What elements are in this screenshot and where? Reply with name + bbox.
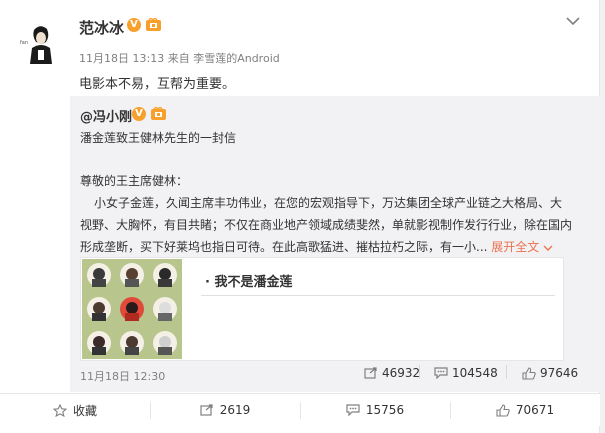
- link-card[interactable]: · 我不是潘金莲: [80, 257, 564, 361]
- repost-forward-count: 46932: [382, 366, 421, 380]
- expand-chevron-icon: [543, 245, 553, 251]
- source-prefix: 来自: [167, 52, 190, 65]
- like-button[interactable]: 70671: [450, 394, 600, 426]
- expand-label: 展开全文: [491, 240, 540, 254]
- repost-author[interactable]: @冯小刚: [80, 106, 132, 125]
- repost-time[interactable]: 11月18日 12:30: [80, 368, 165, 384]
- repost-like-button[interactable]: 97646: [522, 366, 578, 380]
- forward-icon: [200, 404, 213, 416]
- post-source[interactable]: 李雪莲的Android: [193, 52, 280, 65]
- favorite-star-icon: [52, 403, 67, 417]
- repost-comment-count: 104548: [452, 366, 498, 380]
- chevron-down-icon[interactable]: [566, 16, 580, 26]
- username[interactable]: 范冰冰: [79, 17, 124, 38]
- member-badge-icon[interactable]: [145, 18, 162, 32]
- divider: [419, 365, 420, 379]
- post-text: 电影本不易，互帮为重要。: [79, 77, 236, 92]
- repost-forward-button[interactable]: 46932: [364, 366, 420, 380]
- like-icon: [496, 403, 510, 417]
- movie-poster-thumbnail: [82, 259, 182, 359]
- expand-full-text-link[interactable]: 展开全文: [491, 240, 553, 254]
- svg-text:fan: fan: [20, 40, 28, 46]
- favorite-label: 收藏: [72, 403, 97, 418]
- repost-like-count: 97646: [540, 366, 579, 380]
- repost-salutation: 尊敬的王主席健林：: [80, 174, 189, 188]
- repost-block: @冯小刚 V 潘金莲致王健林先生的一封信 尊敬的王主席健林： 小女子金莲，久闻主…: [70, 96, 600, 392]
- favorite-button[interactable]: 收藏: [0, 394, 150, 426]
- repost-body-line: 小女子金莲，久闻主席丰功伟业，在您的宏观指导下，万达集团全球产业链之大格局、大: [94, 196, 563, 210]
- forward-count: 2619: [219, 403, 251, 417]
- repost-body-text: 形成垄断，买下好莱坞也指日可待。在此高歌猛进、摧枯拉朽之际，有一小...: [80, 240, 488, 254]
- comment-button[interactable]: 15756: [300, 394, 450, 426]
- avatar[interactable]: fan: [12, 14, 68, 70]
- verified-v-icon: V: [132, 107, 146, 121]
- member-badge-icon[interactable]: [150, 107, 167, 121]
- weibo-post-card: fan 范冰冰 V 11月18日 13:13 来自 李雪莲的Android 电影…: [0, 0, 600, 433]
- comment-icon: [434, 367, 448, 379]
- divider: [506, 365, 507, 379]
- link-card-title[interactable]: · 我不是潘金莲: [205, 271, 292, 290]
- comment-icon: [346, 404, 360, 416]
- post-meta: 11月18日 13:13 来自 李雪莲的Android: [79, 50, 280, 66]
- forward-icon: [364, 367, 377, 379]
- repost-body-line: 形成垄断，买下好莱坞也指日可待。在此高歌猛进、摧枯拉朽之际，有一小... 展开全…: [80, 238, 553, 255]
- repost-comment-button[interactable]: 104548: [434, 366, 498, 380]
- divider: [201, 295, 555, 296]
- action-bar: 收藏 2619 15756 70671: [0, 393, 600, 426]
- verified-v-icon: V: [127, 18, 141, 32]
- like-icon: [522, 366, 536, 380]
- repost-body-line: 视野、大胸怀，有目共睹；不仅在商业地产领域成绩斐然，单就影视制作发行行业，除在国…: [80, 218, 573, 232]
- comment-count: 15756: [365, 403, 405, 417]
- like-count: 70671: [515, 403, 555, 417]
- repost-title-line: 潘金莲致王健林先生的一封信: [80, 131, 237, 145]
- forward-button[interactable]: 2619: [150, 394, 300, 426]
- post-time[interactable]: 11月18日 13:13: [79, 52, 164, 65]
